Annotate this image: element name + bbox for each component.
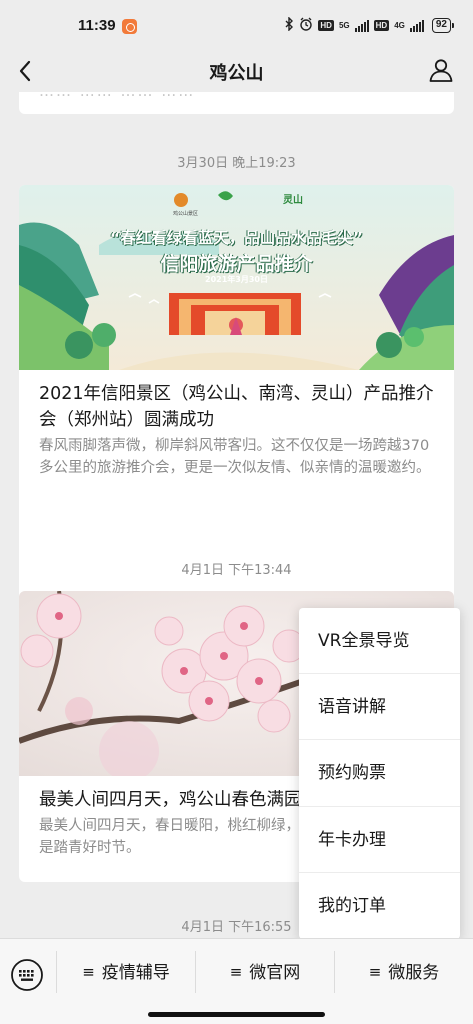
notification-app-icon xyxy=(122,19,137,34)
signal-icon-2 xyxy=(409,19,424,32)
menu-label-micro-site: 微官网 xyxy=(249,963,301,983)
article-card-1[interactable]: 灵山 鸡公山景区 “春红看绿看蓝天，品山品水品毛尖” 信阳旅游产品推介 2021… xyxy=(19,185,454,617)
home-indicator-area xyxy=(0,1004,473,1024)
keyboard-icon xyxy=(11,959,43,991)
menu-item-vr-tour[interactable]: VR全景导览 xyxy=(299,608,460,675)
previous-card-text: …… …… …… …… xyxy=(39,92,195,100)
menu-list-icon: ≡ xyxy=(82,963,95,981)
menu-button-epidemic-guidance[interactable]: ≡ 疫情辅导 xyxy=(57,939,195,1005)
hd-badge: HD xyxy=(318,20,334,31)
status-indicators: HD 5G HD 4G 92 xyxy=(285,16,455,34)
banner-logo-lingshan: 灵山 xyxy=(283,193,303,206)
banner-date: 2021年3月30日 xyxy=(205,275,268,284)
service-submenu: VR全景导览 语音讲解 预约购票 年卡办理 我的订单 xyxy=(299,608,460,939)
menu-label-epidemic-guidance: 疫情辅导 xyxy=(101,963,170,983)
battery-icon: 92 xyxy=(431,18,455,33)
page-title: 鸡公山 xyxy=(209,63,264,84)
status-time: 11:39 xyxy=(78,17,116,34)
article-title-1: 2021年信阳景区（鸡公山、南湾、灵山）产品推介会（郑州站）圆满成功 xyxy=(39,384,434,430)
bluetooth-icon xyxy=(285,16,294,34)
banner-logo-jigongshan: 鸡公山景区 xyxy=(173,211,199,217)
bottom-menu-bar: ≡ 疫情辅导 ≡ 微官网 ≡ 微服务 xyxy=(0,938,473,1004)
timestamp-post-1: 3月30日 晚上19:23 xyxy=(177,156,296,171)
menu-item-audio-guide[interactable]: 语音讲解 xyxy=(299,674,460,741)
banner-tagline-line-1: “春红看绿看蓝天，品山品水品毛尖” xyxy=(110,229,363,247)
menu-label-micro-service: 微服务 xyxy=(388,963,440,983)
article-cover-image-1: 灵山 鸡公山景区 “春红看绿看蓝天，品山品水品毛尖” 信阳旅游产品推介 2021… xyxy=(19,185,454,370)
banner-tagline-line-2: 信阳旅游产品推介 xyxy=(160,253,313,275)
home-indicator[interactable] xyxy=(148,1012,325,1017)
person-icon xyxy=(429,59,453,82)
network-4g-label: 4G xyxy=(394,20,405,30)
nav-bar: 鸡公山 xyxy=(0,50,473,92)
previous-card-stub[interactable]: …… …… …… …… xyxy=(19,92,454,114)
menu-item-my-orders[interactable]: 我的订单 xyxy=(299,873,460,939)
menu-button-micro-service[interactable]: ≡ 微服务 xyxy=(335,939,473,1005)
menu-item-annual-card[interactable]: 年卡办理 xyxy=(299,807,460,873)
menu-list-icon: ≡ xyxy=(229,963,243,981)
status-bar: 11:39 HD 5G HD 4G 92 xyxy=(0,0,473,50)
menu-button-micro-site[interactable]: ≡ 微官网 xyxy=(196,939,334,1005)
alarm-icon xyxy=(299,17,313,34)
article-summary-1: 春风雨脚落声微，柳岸斜风带客归。这不仅仅是一场跨越370多公里的旅游推介会，更是… xyxy=(39,438,431,476)
hd-badge-2: HD xyxy=(373,20,390,31)
network-5g-label: 5G xyxy=(338,20,350,30)
keyboard-toggle-button[interactable] xyxy=(8,956,46,994)
menu-list-icon: ≡ xyxy=(368,963,382,981)
profile-button[interactable] xyxy=(427,56,455,84)
timestamp-post-2: 4月1日 下午13:44 xyxy=(181,563,292,578)
signal-icon xyxy=(354,19,369,32)
menu-item-book-tickets[interactable]: 预约购票 xyxy=(299,740,460,807)
